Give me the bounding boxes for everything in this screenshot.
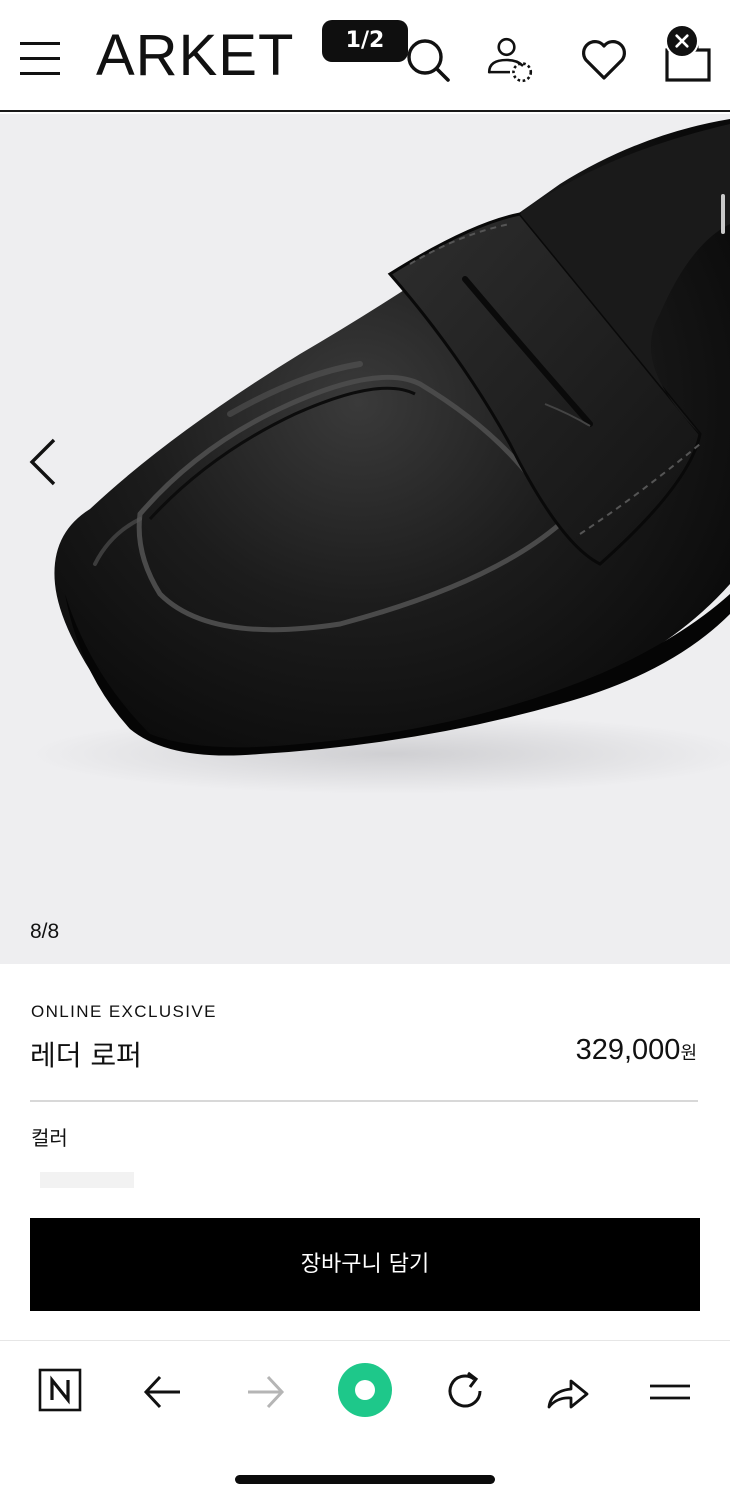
refresh-icon[interactable] bbox=[440, 1367, 490, 1417]
online-exclusive-badge: ONLINE EXCLUSIVE bbox=[31, 1002, 217, 1021]
account-icon[interactable] bbox=[484, 34, 536, 86]
price-value: 329,000 bbox=[575, 1034, 681, 1066]
wishlist-icon[interactable] bbox=[578, 34, 630, 86]
browser-toolbar bbox=[0, 1340, 730, 1500]
product-image-gallery[interactable]: 8/8 bbox=[0, 114, 730, 964]
close-icon[interactable] bbox=[665, 24, 699, 58]
back-icon[interactable] bbox=[138, 1367, 188, 1417]
forward-icon[interactable] bbox=[240, 1367, 290, 1417]
product-price: 329,000원 bbox=[576, 1034, 697, 1067]
scrollbar-thumb[interactable] bbox=[721, 194, 725, 234]
naver-icon[interactable] bbox=[35, 1365, 85, 1415]
image-counter: 8/8 bbox=[30, 920, 60, 943]
divider bbox=[30, 1100, 698, 1102]
color-swatch[interactable] bbox=[40, 1172, 134, 1188]
share-icon[interactable] bbox=[543, 1367, 593, 1417]
color-label: 컬러 bbox=[31, 1126, 68, 1150]
green-dot-icon[interactable] bbox=[336, 1361, 394, 1419]
product-name: 레더 로퍼 bbox=[30, 1039, 142, 1072]
home-indicator[interactable] bbox=[235, 1475, 495, 1484]
header: ARKET 1/2 bbox=[0, 0, 730, 112]
price-currency: 원 bbox=[680, 1043, 697, 1064]
search-icon[interactable] bbox=[402, 34, 454, 86]
previous-image-arrow-icon[interactable] bbox=[22, 434, 66, 490]
browser-menu-icon[interactable] bbox=[645, 1367, 695, 1417]
add-to-cart-button[interactable]: 장바구니 담기 bbox=[30, 1218, 700, 1311]
page-indicator: 1/2 bbox=[322, 20, 408, 62]
brand-logo[interactable]: ARKET bbox=[96, 22, 294, 89]
menu-icon[interactable] bbox=[18, 36, 64, 82]
product-photo-loafer bbox=[30, 119, 730, 794]
